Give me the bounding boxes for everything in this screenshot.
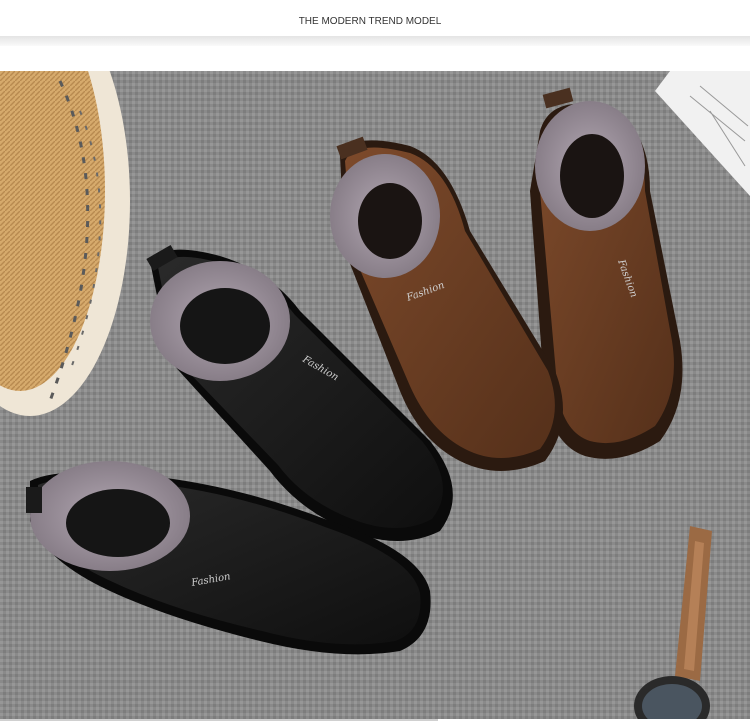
header: THE MODERN TREND MODEL: [0, 0, 750, 70]
footer-divider: [0, 719, 438, 721]
product-photo-illustration: Fashion Fashion Fashion Fashion: [0, 71, 750, 719]
product-photo: Fashion Fashion Fashion Fashion: [0, 71, 750, 719]
header-title: THE MODERN TREND MODEL: [298, 16, 442, 27]
header-divider: [0, 36, 750, 46]
